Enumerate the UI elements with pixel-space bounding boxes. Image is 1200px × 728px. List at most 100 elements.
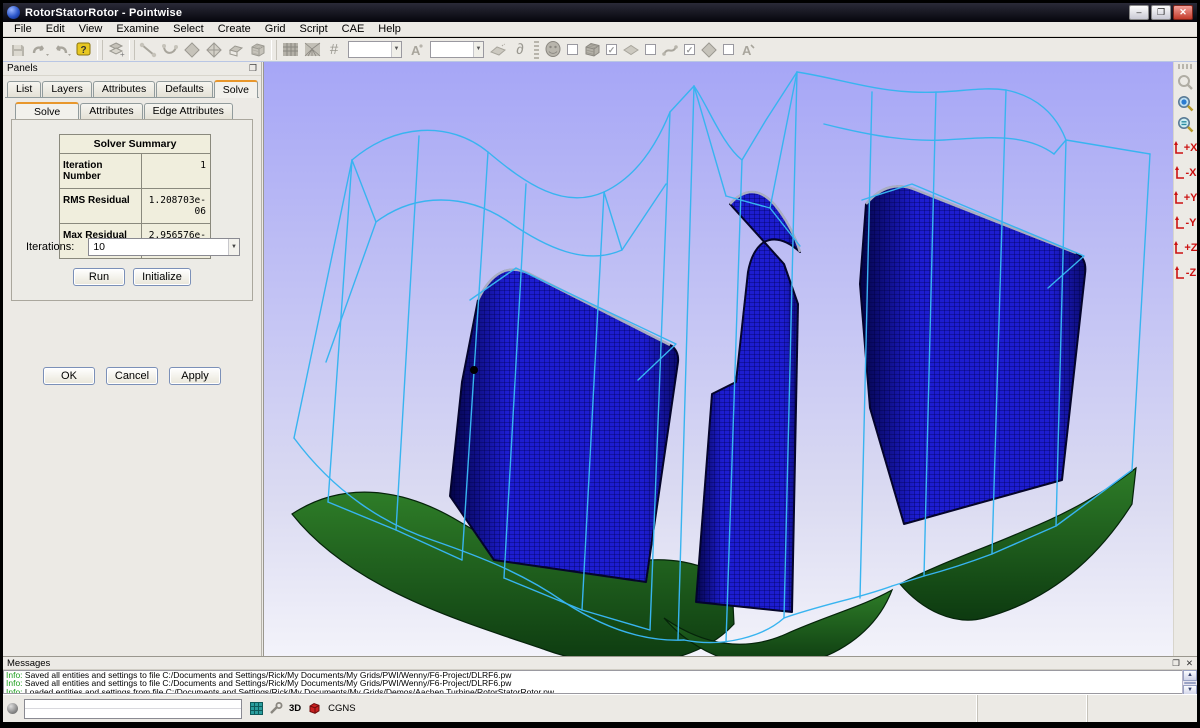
- connector-visibility-checkbox[interactable]: ✓: [684, 44, 695, 55]
- apply-button[interactable]: Apply: [169, 367, 221, 385]
- help-icon[interactable]: ?: [73, 40, 95, 60]
- tab-defaults[interactable]: Defaults: [156, 81, 213, 97]
- subtab-attributes[interactable]: Attributes: [80, 103, 142, 119]
- cae-solver-icon[interactable]: [307, 702, 322, 715]
- solve-subtabs: Solve Attributes Edge Attributes: [3, 98, 261, 119]
- zoom-fit-icon[interactable]: [1175, 93, 1197, 114]
- iterations-combo[interactable]: 10 ▼: [88, 238, 240, 256]
- messages-float-icon[interactable]: ❐: [1172, 658, 1180, 669]
- partial-derivative-icon[interactable]: ∂: [509, 40, 531, 60]
- grid-structured-icon[interactable]: [279, 40, 301, 60]
- view-minus-y-button[interactable]: -Y: [1174, 210, 1198, 235]
- minimize-button[interactable]: –: [1129, 5, 1149, 20]
- dimension-mode-label[interactable]: 3D: [289, 703, 301, 714]
- cancel-button[interactable]: Cancel: [106, 367, 158, 385]
- view-minus-x-button[interactable]: -X: [1174, 160, 1198, 185]
- grid-unstructured-icon[interactable]: [301, 40, 323, 60]
- subtab-edge-attributes[interactable]: Edge Attributes: [144, 103, 233, 119]
- domain-visibility-checkbox[interactable]: [645, 44, 656, 55]
- cae-solver-label[interactable]: CGNS: [328, 703, 355, 714]
- tab-attributes[interactable]: Attributes: [93, 81, 155, 97]
- view-plus-z-button[interactable]: +Z: [1174, 235, 1198, 260]
- panels-float-icon[interactable]: ❐: [249, 63, 257, 74]
- menu-select[interactable]: Select: [166, 22, 211, 36]
- block-shaded-icon[interactable]: [581, 40, 603, 60]
- axis-label: -X: [1186, 167, 1197, 179]
- dimension-combo[interactable]: ▼: [348, 41, 402, 58]
- tab-layers[interactable]: Layers: [42, 81, 92, 97]
- svg-text:?: ?: [80, 45, 86, 56]
- layer-stack-icon[interactable]: +: [105, 40, 127, 60]
- messages-scrollbar[interactable]: ▲ ▼: [1182, 670, 1197, 694]
- zoom-level-icon[interactable]: [1175, 114, 1197, 135]
- menu-examine[interactable]: Examine: [109, 22, 166, 36]
- tab-list[interactable]: List: [7, 81, 41, 97]
- domain-flat-icon[interactable]: [620, 40, 642, 60]
- toolbar-separator: [97, 40, 103, 60]
- spacing-visibility-checkbox[interactable]: [723, 44, 734, 55]
- svg-text:+: +: [120, 50, 125, 58]
- domain-structured-icon[interactable]: [181, 40, 203, 60]
- initialize-button[interactable]: Initialize: [133, 268, 191, 286]
- menu-bar: File Edit View Examine Select Create Gri…: [3, 22, 1197, 37]
- messages-panel: Messages ❐ ✕ Info: Saved all entities an…: [3, 656, 1197, 694]
- spacing-constraint-icon[interactable]: A: [737, 40, 759, 60]
- surface-fit-icon[interactable]: [487, 40, 509, 60]
- view-plus-x-button[interactable]: +X: [1174, 135, 1198, 160]
- menu-grid[interactable]: Grid: [258, 22, 293, 36]
- spacing-combo[interactable]: ▼: [430, 41, 484, 58]
- extrude-face-icon[interactable]: [225, 40, 247, 60]
- save-icon[interactable]: [7, 40, 29, 60]
- table-row: Iteration Number 1: [60, 154, 210, 189]
- ok-button[interactable]: OK: [43, 367, 95, 385]
- toolbar-grip[interactable]: [1178, 64, 1194, 69]
- status-readout-field: [24, 699, 242, 719]
- menu-view[interactable]: View: [72, 22, 110, 36]
- window-title: RotorStatorRotor - Pointwise: [25, 7, 182, 19]
- app-window: RotorStatorRotor - Pointwise – ❐ ✕ File …: [0, 0, 1200, 728]
- close-button[interactable]: ✕: [1173, 5, 1193, 20]
- axis-label: +Z: [1184, 242, 1197, 254]
- delta-spacing-icon[interactable]: A: [405, 40, 427, 60]
- redo-icon[interactable]: [51, 40, 73, 60]
- menu-cae[interactable]: CAE: [335, 22, 372, 36]
- link-tool-icon[interactable]: [269, 702, 283, 715]
- database-visibility-checkbox[interactable]: [567, 44, 578, 55]
- scroll-up-icon[interactable]: ▲: [1183, 670, 1197, 681]
- status-readout-top: [25, 700, 241, 710]
- menu-create[interactable]: Create: [211, 22, 258, 36]
- subtab-solve[interactable]: Solve: [15, 102, 79, 120]
- toolbar-separator: [271, 40, 277, 60]
- domain-diamond-icon[interactable]: [698, 40, 720, 60]
- domain-unstructured-icon[interactable]: [203, 40, 225, 60]
- hash-dimension-icon[interactable]: #: [323, 40, 345, 60]
- scroll-thumb[interactable]: [1184, 682, 1196, 684]
- menu-file[interactable]: File: [7, 22, 39, 36]
- messages-log[interactable]: Info: Saved all entities and settings to…: [3, 670, 1197, 694]
- database-mask-icon[interactable]: [542, 40, 564, 60]
- menu-script[interactable]: Script: [293, 22, 335, 36]
- connector-icon[interactable]: [137, 40, 159, 60]
- toolbar-grip[interactable]: [534, 41, 539, 59]
- connector-curve-icon[interactable]: [659, 40, 681, 60]
- curve-icon[interactable]: [159, 40, 181, 60]
- chevron-down-icon[interactable]: ▼: [228, 239, 239, 255]
- block-visibility-checkbox[interactable]: ✓: [606, 44, 617, 55]
- row-value: 1: [142, 154, 210, 188]
- restore-button[interactable]: ❐: [1151, 5, 1171, 20]
- display-viewport[interactable]: [263, 62, 1173, 656]
- view-minus-z-button[interactable]: -Z: [1174, 260, 1198, 285]
- messages-close-icon[interactable]: ✕: [1186, 658, 1193, 669]
- svg-text:A: A: [411, 43, 421, 58]
- menu-edit[interactable]: Edit: [39, 22, 72, 36]
- block-icon[interactable]: [247, 40, 269, 60]
- chevron-down-icon[interactable]: ▼: [473, 42, 483, 57]
- view-plus-y-button[interactable]: +Y: [1174, 185, 1198, 210]
- grid-mode-icon[interactable]: [250, 702, 263, 715]
- menu-help[interactable]: Help: [371, 22, 408, 36]
- zoom-disabled-icon[interactable]: [1175, 72, 1197, 93]
- chevron-down-icon[interactable]: ▼: [391, 42, 401, 57]
- tab-solve[interactable]: Solve: [214, 80, 258, 98]
- run-button[interactable]: Run: [73, 268, 125, 286]
- undo-icon[interactable]: [29, 40, 51, 60]
